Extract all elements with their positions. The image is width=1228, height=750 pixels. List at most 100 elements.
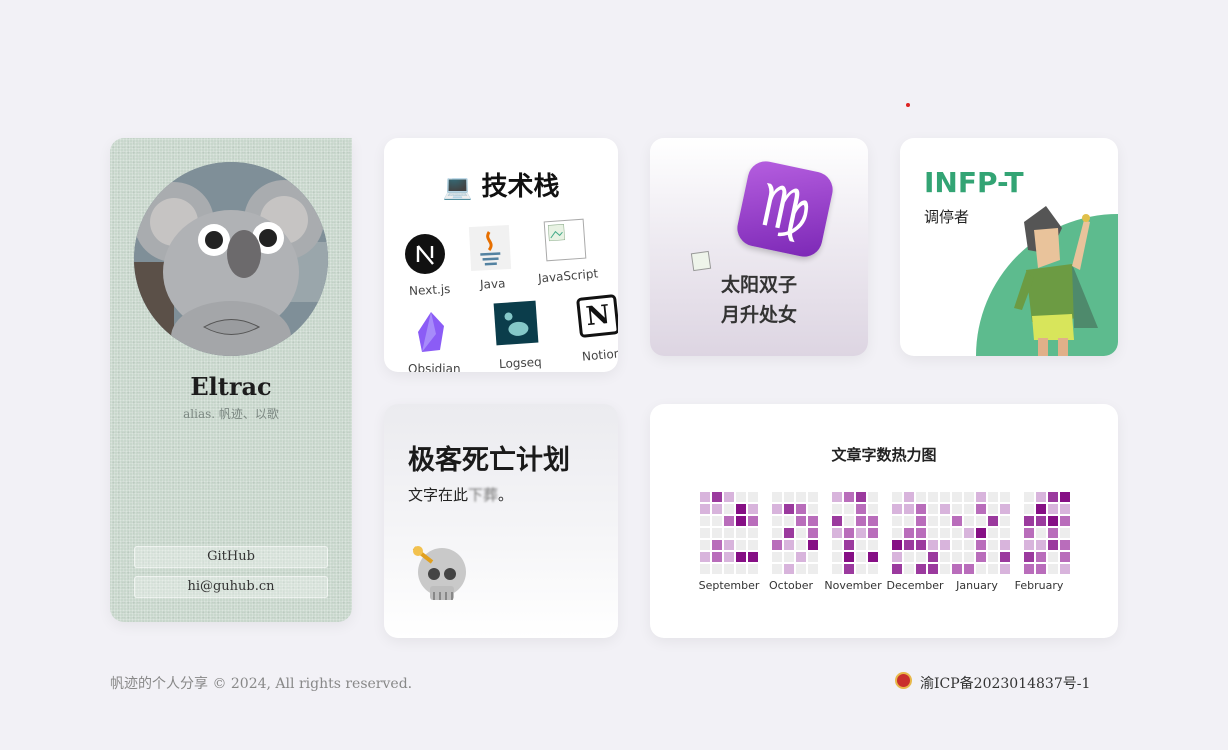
heatmap-cell — [928, 564, 938, 574]
tech-label-nextjs: Next.js — [408, 281, 451, 299]
heatmap-cell — [952, 564, 962, 574]
javascript-broken-image-icon — [543, 218, 587, 262]
tech-stack-title: 💻 技术栈 — [442, 172, 560, 202]
heatmap-cell — [772, 492, 782, 502]
heatmap-cell — [1024, 504, 1034, 514]
heatmap-cell — [1060, 564, 1070, 574]
heatmap-cell — [868, 528, 878, 538]
heatmap-cell — [1048, 552, 1058, 562]
heatmap-cell — [1060, 504, 1070, 514]
heatmap-cell — [976, 504, 986, 514]
heatmap-cell — [736, 492, 746, 502]
month-label: September — [698, 579, 760, 592]
tech-label-obsidian: Obsidian — [408, 362, 461, 372]
heatmap-cell — [892, 504, 902, 514]
zodiac-card: ♍ 太阳双子 月升处女 — [650, 138, 868, 356]
heatmap-cell — [1024, 528, 1034, 538]
month-label: October — [768, 579, 814, 592]
heatmap-cell — [916, 492, 926, 502]
heatmap-cell — [940, 504, 950, 514]
profile-card: Eltrac alias. 帆迹、以歌 GitHub hi@guhub.cn — [110, 138, 352, 622]
heatmap-cell — [892, 552, 902, 562]
heatmap-cell — [1060, 540, 1070, 550]
heatmap-cell — [964, 552, 974, 562]
heatmap-cell — [1036, 504, 1046, 514]
heatmap-cell — [868, 552, 878, 562]
heatmap-cell — [808, 564, 818, 574]
heatmap-cell — [832, 564, 842, 574]
heatmap-cell — [724, 516, 734, 526]
heatmap-cell — [940, 492, 950, 502]
heatmap-cell — [808, 516, 818, 526]
email-link[interactable]: hi@guhub.cn — [134, 576, 328, 598]
heatmap-cell — [988, 552, 998, 562]
heatmap-cell — [952, 492, 962, 502]
heatmap-cell — [724, 540, 734, 550]
heatmap-cell — [892, 528, 902, 538]
tech-label-javascript: JavaScript — [537, 266, 599, 286]
month-label: November — [824, 579, 882, 592]
heatmap-cell — [952, 552, 962, 562]
heatmap-cell — [700, 552, 710, 562]
heatmap-cell — [724, 552, 734, 562]
heatmap-cell — [832, 552, 842, 562]
heatmap-cell — [748, 564, 758, 574]
heatmap-cell — [976, 552, 986, 562]
heatmap-cell — [796, 528, 806, 538]
heatmap-cell — [796, 492, 806, 502]
geek-death-plan-card: 极客死亡计划 文字在此下葬。 — [384, 404, 618, 638]
month-label: February — [1014, 579, 1064, 592]
heatmap-cell — [928, 492, 938, 502]
heatmap-cell — [1024, 552, 1034, 562]
heatmap-cell — [1036, 552, 1046, 562]
heatmap-cell — [1036, 492, 1046, 502]
heatmap-cell — [916, 564, 926, 574]
heatmap-card: 文章字数热力图 September October November Decem… — [650, 404, 1118, 638]
heatmap-cell — [868, 504, 878, 514]
heatmap-cell — [796, 504, 806, 514]
heatmap-cell — [856, 564, 866, 574]
heatmap-cell — [736, 564, 746, 574]
heatmap-cell — [988, 492, 998, 502]
heatmap-cell — [964, 516, 974, 526]
obsidian-icon — [418, 312, 444, 352]
heatmap-cell — [832, 492, 842, 502]
heatmap-cell — [1024, 516, 1034, 526]
heatmap-cell — [724, 492, 734, 502]
avatar — [134, 162, 328, 356]
heatmap-cell — [736, 540, 746, 550]
heatmap-cell — [1060, 516, 1070, 526]
heatmap-cell — [832, 516, 842, 526]
heatmap-cell — [952, 516, 962, 526]
heatmap-cell — [844, 504, 854, 514]
heatmap-cell — [988, 528, 998, 538]
github-link[interactable]: GitHub — [134, 546, 328, 568]
decor-dot — [906, 103, 910, 107]
heatmap-cell — [892, 540, 902, 550]
heatmap-cell — [916, 528, 926, 538]
skull-icon — [412, 546, 466, 600]
heatmap-cell — [904, 516, 914, 526]
heatmap-cell — [1000, 552, 1010, 562]
heatmap-cell — [748, 492, 758, 502]
koala-avatar-image — [134, 162, 328, 356]
tech-label-java: Java — [479, 276, 506, 292]
zodiac-sun: 太阳双子 — [720, 274, 797, 296]
heatmap-cell — [964, 540, 974, 550]
icp-link[interactable]: 渝ICP备2023014837号-1 — [920, 673, 1090, 693]
heatmap-cell — [940, 528, 950, 538]
heatmap-cell — [1024, 564, 1034, 574]
heatmap-cell — [928, 504, 938, 514]
heatmap-cell — [868, 564, 878, 574]
heatmap-cell — [748, 552, 758, 562]
heatmap-cell — [988, 504, 998, 514]
heatmap-cell — [1000, 504, 1010, 514]
heatmap-cell — [904, 492, 914, 502]
heatmap-cell — [1000, 528, 1010, 538]
heatmap-cell — [724, 504, 734, 514]
heatmap-cell — [700, 492, 710, 502]
heatmap-cell — [844, 528, 854, 538]
heatmap-cell — [784, 492, 794, 502]
heatmap-cell — [940, 540, 950, 550]
laptop-icon: 💻 — [442, 173, 473, 201]
